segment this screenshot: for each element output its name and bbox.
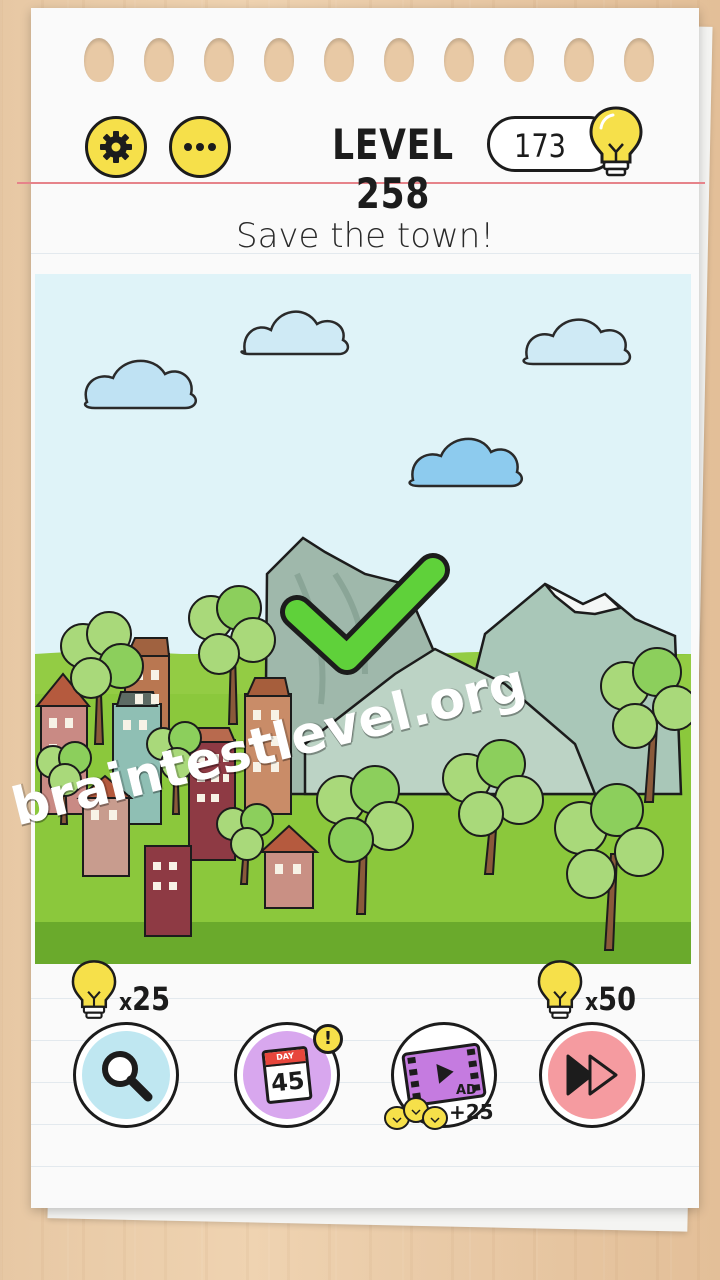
skip-level-button[interactable] [539, 1022, 645, 1128]
binder-hole [324, 38, 354, 82]
rule-line [31, 1166, 699, 1167]
lightbulb-icon [589, 106, 643, 177]
ad-label: AD [456, 1083, 477, 1098]
hint-button[interactable] [73, 1022, 179, 1128]
alert-badge: ! [313, 1024, 343, 1054]
skip-icon [566, 1054, 618, 1096]
settings-button[interactable] [85, 116, 147, 178]
binder-hole [264, 38, 294, 82]
binder-hole [564, 38, 594, 82]
binder-hole [144, 38, 174, 82]
more-button[interactable] [169, 116, 231, 178]
binder-hole [84, 38, 114, 82]
binder-hole [624, 38, 654, 82]
calendar-icon: DAY 45 [261, 1045, 313, 1105]
magnifier-icon [102, 1051, 153, 1102]
binder-hole [444, 38, 474, 82]
lightbulb-icon [384, 1097, 448, 1130]
hint-cost-label: x25 [119, 980, 171, 1018]
notebook-page: LEVEL 258 173 Save the town! x25 x50 DAY… [17, 8, 705, 1208]
more-icon [184, 143, 216, 151]
lightbulb-icon [537, 960, 583, 1019]
hint-count: 173 [514, 127, 566, 165]
game-scene[interactable] [35, 274, 691, 964]
level-instruction: Save the town! [236, 216, 494, 256]
level-title: LEVEL 258 [332, 120, 454, 218]
binder-hole [204, 38, 234, 82]
ad-reward-label: +25 [449, 1100, 494, 1124]
lightbulb-icon [71, 960, 117, 1019]
binder-hole [384, 38, 414, 82]
skip-cost-label: x50 [585, 980, 637, 1018]
calendar-day-number: 45 [269, 1066, 306, 1098]
binder-hole [504, 38, 534, 82]
gear-icon [100, 131, 132, 163]
